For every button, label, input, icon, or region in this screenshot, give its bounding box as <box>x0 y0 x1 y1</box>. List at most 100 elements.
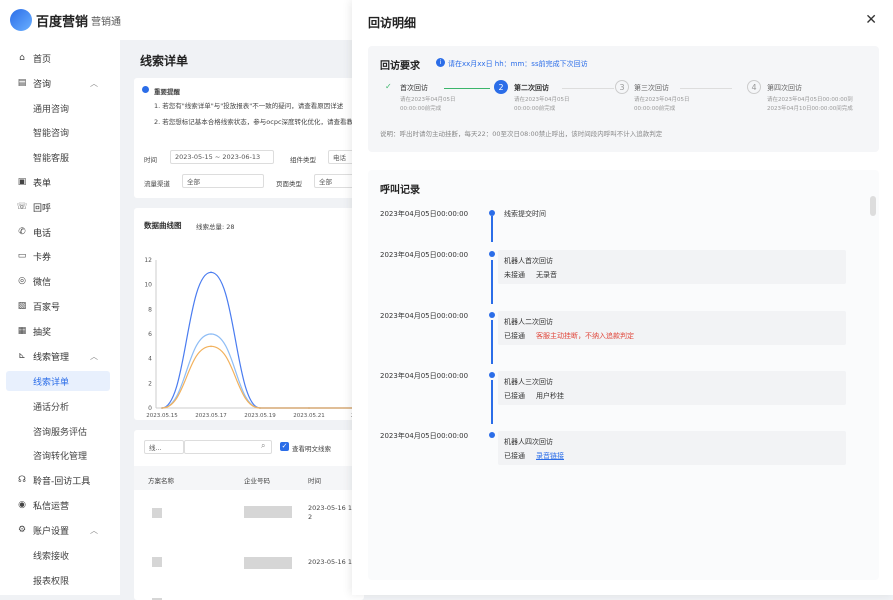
brand-name: 百度营销 <box>36 14 89 30</box>
sidebar-item-home[interactable]: ⌂ 首页 <box>0 47 120 69</box>
col-time: 时间 <box>308 477 321 485</box>
plaintext-checkbox[interactable]: ✓ <box>280 442 289 451</box>
step-1-desc-2: 00:00:00前完成 <box>400 106 442 112</box>
series-line-2 <box>161 333 358 409</box>
check-icon: ✓ <box>385 82 392 91</box>
record-title: 机器人四次回访 <box>504 438 553 446</box>
close-icon[interactable]: ✕ <box>865 12 877 28</box>
plaintext-checkbox-label: 查看明文线索 <box>292 445 331 453</box>
sidebar: ⌂ 首页 ▤ 咨询 ︿ 通用咨询 智能咨询 智能客服 ▣ 表单 ☏ 回呼 ✆ 电… <box>0 40 120 595</box>
sidebar-item-revisit-tool[interactable]: ☊ 聆音-回访工具 <box>0 469 120 491</box>
revisit-detail-drawer: 回访明细 ✕ 回访要求 i 请在xx月xx日 hh：mm：ss前完成下次回访 ✓… <box>352 0 893 595</box>
sidebar-subitem-report-permission[interactable]: 报表权限 <box>33 570 69 590</box>
sidebar-item-account-settings[interactable]: ⚙ 账户设置 ︿ <box>0 519 120 541</box>
data-point <box>161 407 163 409</box>
lead-table-card: 线... ⌕ ✓ 查看明文线索 方案名称 企业号码 时间 2023-05-16 … <box>134 430 364 600</box>
sidebar-item-wechat[interactable]: ◎ 微信 <box>0 270 120 292</box>
step-4-desc-2: 2023年04月10日00:00:00间完成 <box>767 106 853 112</box>
sidebar-item-lottery[interactable]: ▦ 抽奖 <box>0 320 120 342</box>
timeline-dot <box>489 372 495 378</box>
baidu-logo-icon <box>10 9 32 31</box>
chart-total: 线索总量: 28 <box>196 223 235 231</box>
sidebar-subitem-smart-service[interactable]: 智能客服 <box>33 147 69 167</box>
data-point <box>308 407 310 409</box>
record-detail: 用户秒挂 <box>536 392 564 400</box>
data-point <box>210 345 212 348</box>
sidebar-subitem-consult-eval[interactable]: 咨询服务评估 <box>33 421 87 441</box>
home-icon: ⌂ <box>19 53 25 63</box>
sidebar-subitem-smart-consult[interactable]: 智能咨询 <box>33 122 69 142</box>
data-point <box>210 271 212 274</box>
sidebar-item-coupon[interactable]: ▭ 卡券 <box>0 245 120 267</box>
col-plan-name: 方案名称 <box>148 477 174 485</box>
timeline-line <box>491 320 493 364</box>
baijiahao-icon: ▧ <box>17 301 27 311</box>
brand-logo[interactable]: 百度营销 营销通 <box>10 9 121 31</box>
record-status: 已接通 <box>504 332 525 340</box>
date-range-picker[interactable]: 2023-05-15 ~ 2023-06-13 <box>170 150 274 164</box>
record-time: 2023年04月05日00:00:00 <box>380 312 469 320</box>
sidebar-item-private-message[interactable]: ◉ 私信运营 <box>0 494 120 516</box>
line-chart: 0 2 4 6 8 10 12 2023.05.15 2023.05.17 2023.05.19 2… <box>144 257 364 419</box>
step-3-title: 第三次回访 <box>634 84 669 92</box>
search-input[interactable] <box>184 440 272 454</box>
sidebar-subitem-consult-convert[interactable]: 咨询转化管理 <box>33 445 87 465</box>
masked-cell <box>152 557 162 567</box>
main-content: 线索详单 重要提醒 1. 若您有"线索详单"与"投放报表"不一致的疑问，请查看原… <box>120 40 370 600</box>
settings-icon: ⚙ <box>17 525 27 535</box>
record-warning: 客服主动挂断，不纳入追款判定 <box>536 332 634 340</box>
series-line-1 <box>161 271 358 409</box>
drawer-title: 回访明细 <box>368 16 417 30</box>
record-card: 机器人二次回访 已接通 客服主动挂断，不纳入追款判定 <box>498 311 846 345</box>
notice-line-1: 1. 若您有"线索详单"与"投放报表"不一致的疑问，请查看原因详述 <box>154 102 344 110</box>
step-1-title: 首次回访 <box>400 84 428 92</box>
chevron-up-icon: ︿ <box>90 351 98 361</box>
x-tick-label: 2023.05.19 <box>244 413 276 419</box>
filter-pagetype-label: 页面类型 <box>276 180 302 188</box>
sidebar-item-consult[interactable]: ▤ 咨询 ︿ <box>0 72 120 94</box>
chevron-up-icon: ︿ <box>90 525 98 535</box>
x-tick-label: 2023.05.17 <box>195 413 227 419</box>
sidebar-item-callback[interactable]: ☏ 回呼 <box>0 196 120 218</box>
record-time: 2023年04月05日00:00:00 <box>380 251 469 259</box>
step-2-desc-2: 00:00:00前完成 <box>514 106 556 112</box>
step-4-number: 4 <box>747 80 761 94</box>
record-card: 机器人三次回访 已接通 用户秒挂 <box>498 371 846 405</box>
callback-icon: ☏ <box>16 202 28 212</box>
masked-cell <box>152 508 162 518</box>
x-tick-label: 2023.05.21 <box>293 413 325 419</box>
sidebar-item-lead-management[interactable]: ⊾ 线索管理 ︿ <box>0 345 120 367</box>
step-connector <box>562 88 614 89</box>
scrollbar-thumb[interactable] <box>870 196 876 216</box>
recording-link[interactable]: 录音链接 <box>536 451 564 461</box>
search-field-select[interactable]: 线... <box>144 440 184 454</box>
sidebar-item-phone[interactable]: ✆ 电话 <box>0 221 120 243</box>
sidebar-subitem-lead-receive[interactable]: 线索接收 <box>33 545 69 565</box>
requirement-title: 回访要求 <box>380 61 420 72</box>
requirement-note: 说明：呼出时请勿主动挂断，每天22：00至次日08:00禁止呼出，该时间段内呼叫… <box>380 130 663 138</box>
step-2-title: 第二次回访 <box>514 84 549 92</box>
sidebar-item-baijiahao[interactable]: ▧ 百家号 <box>0 295 120 317</box>
channel-select[interactable]: 全部 <box>182 174 264 188</box>
x-tick-label: 2023.05.15 <box>146 413 178 419</box>
step-3-desc-2: 00:00:00前完成 <box>634 106 676 112</box>
chart-icon: ⊾ <box>18 351 26 361</box>
timeline-line <box>491 216 493 242</box>
record-title: 线索提交时间 <box>504 210 546 218</box>
notice-line-2: 2. 若您想标记基本合格线索状态，参与ocpc深度转化优化，请查看教 <box>154 118 354 126</box>
timeline-dot <box>489 251 495 257</box>
record-status: 已接通 <box>504 452 525 460</box>
step-2-number: 2 <box>494 80 508 94</box>
timeline-dot <box>489 312 495 318</box>
sidebar-subitem-call-analysis[interactable]: 通话分析 <box>33 396 69 416</box>
sidebar-subitem-lead-detail[interactable]: 线索详单 <box>33 371 69 391</box>
sidebar-item-form[interactable]: ▣ 表单 <box>0 171 120 193</box>
timeline-line <box>491 380 493 424</box>
record-title: 机器人二次回访 <box>504 318 553 326</box>
y-tick-label: 10 <box>144 282 152 289</box>
sidebar-subitem-general-consult[interactable]: 通用咨询 <box>33 98 69 118</box>
search-icon[interactable]: ⌕ <box>261 441 265 451</box>
step-4-desc-1: 请在2023年04月05日00:00:00到 <box>767 97 853 103</box>
info-icon: i <box>436 58 445 67</box>
step-3-number: 3 <box>615 80 629 94</box>
